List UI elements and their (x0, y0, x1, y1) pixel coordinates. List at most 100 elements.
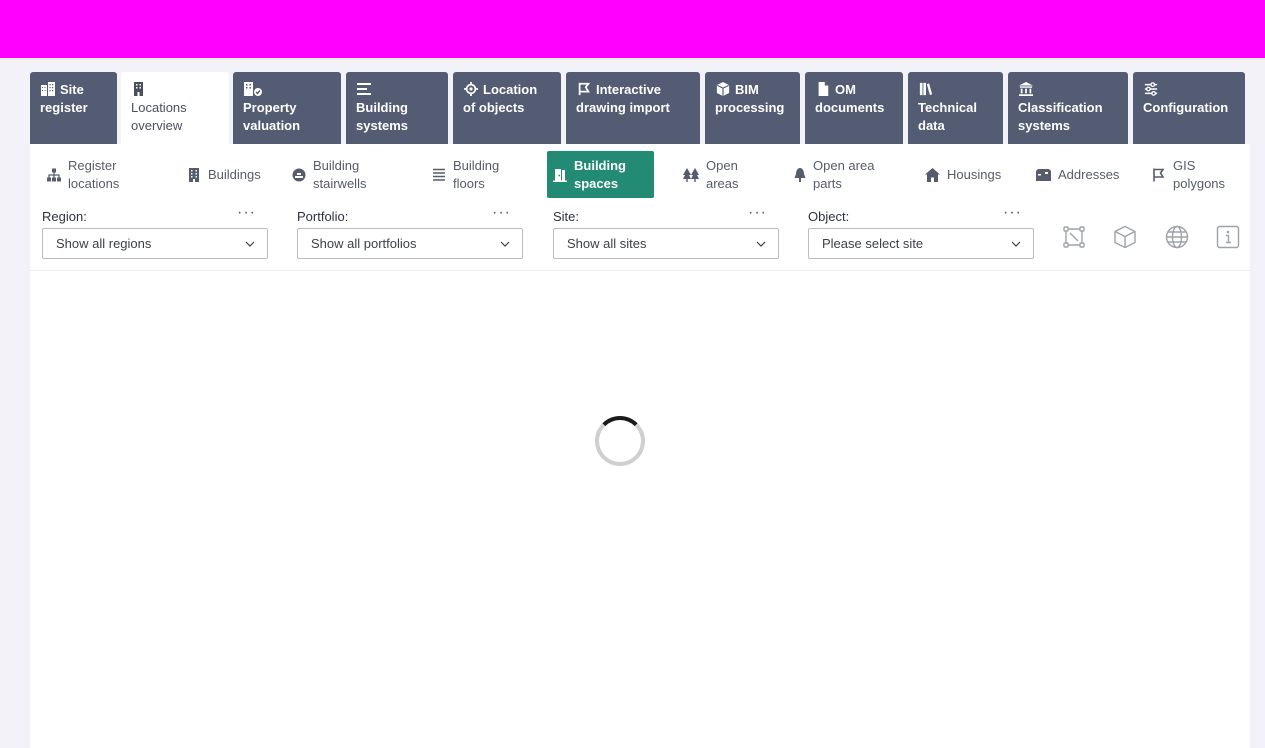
portfolio-more-button[interactable]: ··· (492, 204, 511, 222)
subtab-register-locations[interactable]: Register locations (47, 151, 119, 198)
cube-outline-icon[interactable] (1113, 225, 1137, 249)
top-banner (0, 0, 1265, 58)
region-label: Region: (42, 209, 87, 224)
tab-site-register[interactable]: Site register (30, 72, 117, 144)
tab-interactive-drawing-import[interactable]: Interactive drawing import (566, 72, 700, 144)
cube-icon (716, 82, 730, 96)
subtab-housings[interactable]: Housings (925, 151, 1001, 198)
chevron-down-icon (756, 241, 766, 247)
tab-label-line2: systems (1018, 118, 1071, 133)
subtab-label-line2: locations (68, 175, 120, 191)
tab-label-line1: Property (243, 100, 297, 115)
tab-label-line1: OM (835, 82, 856, 97)
subtab-building-stairwells[interactable]: Building stairwells (292, 151, 366, 198)
tab-locations-overview[interactable]: Locations overview (121, 72, 229, 144)
subtab-label-line1: Building (313, 157, 360, 173)
site-filter: Site: ··· Show all sites (553, 204, 779, 259)
globe-icon[interactable] (1165, 225, 1189, 249)
tab-label-line1: Technical (918, 100, 978, 115)
subtab-open-area-parts[interactable]: Open area parts (794, 151, 874, 198)
chevron-down-icon (500, 241, 510, 247)
object-select[interactable]: Please select site (808, 228, 1034, 259)
polygon-nodes-icon[interactable] (1062, 225, 1086, 249)
tab-label-line1: Location (483, 82, 538, 97)
info-icon[interactable] (1216, 225, 1240, 249)
tab-building-systems[interactable]: Building systems (346, 72, 448, 144)
tab-location-of-objects[interactable]: Location of objects (453, 72, 561, 144)
subtab-label-line2: floors (453, 175, 485, 191)
subtab-label-line1: Building (453, 157, 500, 173)
subtab-building-spaces[interactable]: Building spaces (547, 151, 654, 198)
subtab-buildings[interactable]: Buildings (187, 151, 261, 198)
subtab-label-line1: Addresses (1058, 166, 1120, 182)
portfolio-select-value: Show all portfolios (311, 236, 417, 251)
tab-label-line2: overview (131, 118, 183, 133)
tab-classification-systems[interactable]: Classification systems (1008, 72, 1128, 144)
site-label: Site: (553, 209, 580, 224)
object-label: Object: (808, 209, 850, 224)
building-icon (189, 167, 199, 182)
tab-technical-data[interactable]: Technical data (908, 72, 1003, 144)
chevron-down-icon (1011, 241, 1021, 247)
tab-bim-processing[interactable]: BIM processing (705, 72, 800, 144)
house-icon (925, 167, 940, 182)
tab-label-line1: BIM (735, 82, 759, 97)
polygon-flag-icon (1153, 168, 1165, 181)
site-more-button[interactable]: ··· (748, 204, 767, 222)
subtab-label-line1: Buildings (208, 166, 261, 182)
subtab-label-line2: polygons (1173, 175, 1226, 191)
list-icon (357, 83, 371, 95)
object-select-value: Please select site (822, 236, 924, 251)
polygon-flag-icon (578, 82, 591, 96)
building-check-icon (244, 82, 262, 96)
crosshair-icon (464, 82, 478, 96)
books-icon (919, 82, 933, 96)
site-select-value: Show all sites (567, 236, 647, 251)
stairs-circle-icon (292, 168, 306, 181)
trees-icon (683, 167, 699, 182)
region-select-value: Show all regions (56, 236, 152, 251)
content-panel: Register locations Buildings Building stai… (30, 144, 1250, 748)
portfolio-select[interactable]: Show all portfolios (297, 228, 523, 259)
subtab-label-line1: Open area (813, 157, 875, 173)
loading-spinner (595, 416, 645, 466)
site-select[interactable]: Show all sites (553, 228, 779, 259)
tab-label-line2: systems (356, 118, 409, 133)
tab-label-line2: register (40, 100, 88, 115)
door-open-icon (553, 168, 567, 182)
subtab-label-line2: areas (706, 175, 739, 191)
region-select[interactable]: Show all regions (42, 228, 268, 259)
subtab-building-floors[interactable]: Building floors (432, 151, 499, 198)
tab-om-documents[interactable]: OM documents (805, 72, 903, 144)
subtab-gis-polygons[interactable]: GIS polygons (1152, 151, 1225, 198)
portfolio-filter: Portfolio: ··· Show all portfolios (297, 204, 523, 259)
tab-label-line2: data (918, 118, 945, 133)
subtab-open-areas[interactable]: Open areas (683, 151, 739, 198)
subtab-label-line2: spaces (574, 175, 619, 191)
hierarchy-icon (47, 168, 61, 181)
mailbox-icon (1036, 168, 1051, 181)
portfolio-label: Portfolio: (297, 209, 349, 224)
tab-configuration[interactable]: Configuration (1133, 72, 1245, 144)
region-more-button[interactable]: ··· (237, 204, 256, 222)
institution-icon (1019, 82, 1033, 96)
chevron-down-icon (245, 241, 255, 247)
tab-label-line2: valuation (243, 118, 301, 133)
tab-label-line2: drawing import (576, 100, 670, 115)
building-icon (134, 82, 143, 96)
object-more-button[interactable]: ··· (1003, 204, 1022, 222)
document-icon (818, 82, 829, 96)
divider (30, 270, 1250, 271)
building-grid-icon (41, 82, 55, 96)
region-filter: Region: ··· Show all regions (42, 204, 268, 259)
tree-icon (794, 167, 806, 182)
tab-label-line1: Building (356, 100, 408, 115)
subtab-label-line1: Open (706, 157, 738, 173)
tab-label-line1: Interactive (596, 82, 662, 97)
subtab-label-line1: Housings (947, 166, 1002, 182)
subtab-label-line1: Building (574, 157, 626, 173)
tab-property-valuation[interactable]: Property valuation (233, 72, 341, 144)
subtab-label-line2: stairwells (313, 175, 367, 191)
subtab-addresses[interactable]: Addresses (1035, 151, 1119, 198)
subtab-label-line1: Register (68, 157, 117, 173)
